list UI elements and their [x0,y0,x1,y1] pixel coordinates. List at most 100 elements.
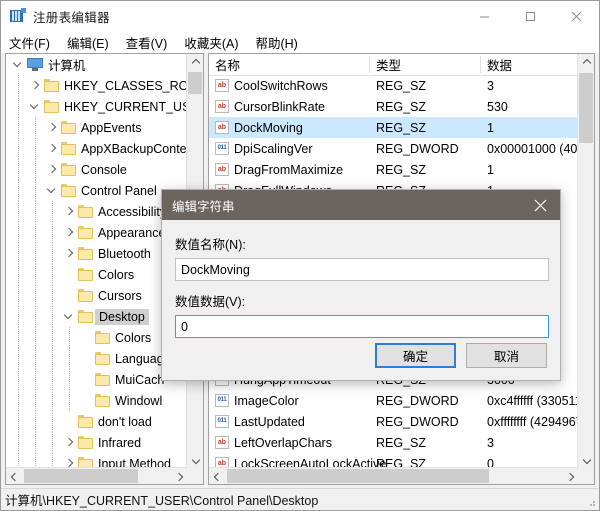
list-horizontal-scrollbar[interactable] [209,467,578,484]
chevron-down-icon[interactable] [62,306,76,327]
tree-guide-line [18,432,20,453]
chevron-right-icon[interactable] [45,159,59,180]
tree-scroll-up-icon[interactable] [187,54,203,71]
value-name-cell: CursorBlinkRate [234,100,325,114]
list-scroll-up-icon[interactable] [578,54,594,71]
menu-help[interactable]: 帮助(H) [255,33,297,52]
list-scroll-right-icon[interactable] [561,468,578,484]
tree-item-windowl[interactable]: Windowl [6,390,188,411]
ok-button[interactable]: 确定 [375,343,456,368]
value-icon-label: 011 [216,143,228,154]
list-hscroll-thumb[interactable] [227,469,489,483]
tree-guide-line [18,117,20,138]
table-row[interactable]: 011DpiScalingVerREG_DWORD0x00001000 (409… [209,138,578,159]
folder-icon [95,331,110,344]
tree-item-infrared[interactable]: Infrared [6,432,188,453]
chevron-right-icon[interactable] [62,243,76,264]
tree-scroll-left-icon[interactable] [6,468,23,484]
tree-horizontal-scrollbar[interactable] [6,467,187,484]
tree-guide-line [18,96,20,117]
value-name-cell: DpiScalingVer [234,142,313,156]
dword-value-icon: 011 [215,394,229,407]
tree-item-appxbackupconter[interactable]: AppXBackupConter [6,138,188,159]
string-value-icon: ab [215,121,229,134]
menu-favorites[interactable]: 收藏夹(A) [184,33,238,52]
tree-guide-line [18,201,20,222]
tree-item-label: Infrared [98,436,141,450]
chevron-down-icon[interactable] [45,180,59,201]
resize-grip-icon[interactable] [586,497,596,507]
table-row[interactable]: 011LastUpdatedREG_DWORD0xffffffff (42949… [209,411,578,432]
value-icon-label: ab [216,458,228,467]
string-value-icon: ab [215,457,229,467]
value-data-cell: 0 [487,457,494,468]
list-scroll-down-icon[interactable] [578,451,594,468]
tree-item-input-method[interactable]: Input Method [6,453,188,468]
table-row[interactable]: abDockMovingREG_SZ1 [209,117,578,138]
menu-view[interactable]: 查看(V) [126,33,168,52]
chevron-down-icon[interactable] [28,96,42,117]
tree-item-appevents[interactable]: AppEvents [6,117,188,138]
tree-guide-line [18,348,20,369]
chevron-right-icon[interactable] [62,222,76,243]
tree-item-label: Colors [115,331,151,345]
minimize-button[interactable] [461,1,507,31]
tree-guide-line [35,222,37,243]
list-scroll-left-icon[interactable] [209,468,226,484]
registry-editor-window: 注册表编辑器 文件(F) 编辑(E) 查看(V) 收藏夹(A) 帮助(H) 计算… [0,0,600,511]
tree-item-hkey-classes-root[interactable]: HKEY_CLASSES_ROOT [6,75,188,96]
tree-item-label: Bluetooth [98,247,151,261]
chevron-right-icon[interactable] [45,138,59,159]
cancel-button[interactable]: 取消 [466,343,547,368]
table-row[interactable]: abLockScreenAutoLockActiveREG_SZ0 [209,453,578,467]
tree-guide-line [35,285,37,306]
tree-item-label: Control Panel [81,184,157,198]
table-row[interactable]: abCoolSwitchRowsREG_SZ3 [209,75,578,96]
list-scroll-thumb[interactable] [579,73,593,143]
column-name[interactable]: 名称 [209,54,369,75]
tree-scroll-right-icon[interactable] [170,468,187,484]
value-name-cell: DragFromMaximize [234,163,343,177]
table-row[interactable]: abCursorBlinkRateREG_SZ530 [209,96,578,117]
dialog-close-button[interactable] [520,190,560,220]
tree-item-hkey-current-user[interactable]: HKEY_CURRENT_USER [6,96,188,117]
column-type[interactable]: 类型 [370,54,480,75]
folder-icon [61,121,76,134]
tree-item-label: 计算机 [48,55,86,74]
tree-item-don-t-load[interactable]: don't load [6,411,188,432]
tree-hscroll-thumb[interactable] [24,469,138,483]
chevron-right-icon[interactable] [62,201,76,222]
chevron-right-icon[interactable] [62,453,76,468]
value-data-cell: 530 [487,100,508,114]
maximize-button[interactable] [507,1,553,31]
table-row[interactable]: abLeftOverlapCharsREG_SZ3 [209,432,578,453]
tree-item--[interactable]: 计算机 [6,54,188,75]
value-type-cell: REG_SZ [376,163,426,177]
tree-scroll-down-icon[interactable] [187,451,203,468]
value-data-input[interactable] [175,315,549,338]
tree-scroll-thumb[interactable] [188,72,202,94]
chevron-right-icon[interactable] [28,75,42,96]
tree-guide-line [18,264,20,285]
chevron-right-icon[interactable] [62,432,76,453]
value-name-cell: CoolSwitchRows [234,79,328,93]
menu-file[interactable]: 文件(F) [9,33,50,52]
status-bar: 计算机\HKEY_CURRENT_USER\Control Panel\Desk… [1,488,599,510]
tree-guide-line [35,432,37,453]
list-vertical-scrollbar[interactable] [577,54,594,468]
chevron-down-icon[interactable] [11,54,25,75]
menu-edit[interactable]: 编辑(E) [67,33,109,52]
table-row[interactable]: 011ImageColorREG_DWORD0xc4ffffff (330511… [209,390,578,411]
tree-item-console[interactable]: Console [6,159,188,180]
tree-guide-line [69,348,71,369]
string-value-icon: ab [215,163,229,176]
folder-icon [78,226,93,239]
tree-guide-line [18,159,20,180]
chevron-right-icon[interactable] [45,117,59,138]
value-icon-label: 011 [216,395,228,406]
column-data[interactable]: 数据 [481,54,578,75]
close-button[interactable] [553,1,599,31]
table-row[interactable]: abDragFromMaximizeREG_SZ1 [209,159,578,180]
value-name-input[interactable] [175,258,549,281]
tree-item-label: Console [81,163,127,177]
